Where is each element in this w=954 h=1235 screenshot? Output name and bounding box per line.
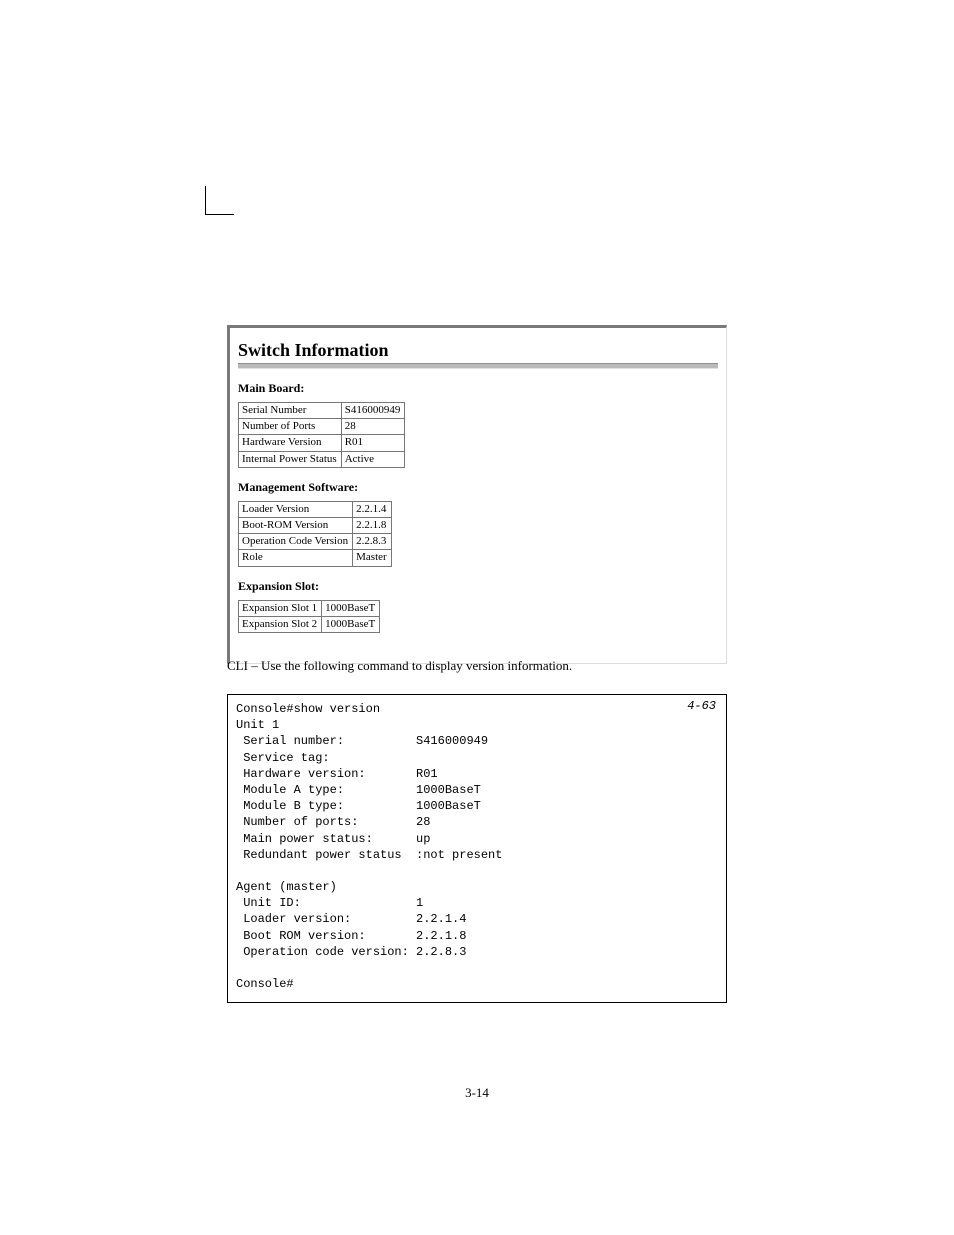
row-label: Number of Ports [239,419,342,435]
row-value: Active [341,451,405,467]
row-value: 2.2.8.3 [353,534,392,550]
cli-output-box: 4-63 Console#show version Unit 1 Serial … [227,694,727,1003]
table-row: Hardware Version R01 [239,435,405,451]
page-number: 3-14 [0,1085,954,1101]
cli-output-text: Console#show version Unit 1 Serial numbe… [236,701,718,992]
row-value: Master [353,550,392,566]
panel-title: Switch Information [238,340,718,361]
mgmt-software-table: Loader Version 2.2.1.4 Boot-ROM Version … [238,501,392,567]
table-row: Role Master [239,550,392,566]
row-value: 1000BaseT [322,616,380,632]
row-label: Loader Version [239,501,353,517]
row-value: 28 [341,419,405,435]
divider [238,363,718,369]
table-row: Number of Ports 28 [239,419,405,435]
expansion-slot-table: Expansion Slot 1 1000BaseT Expansion Slo… [238,600,380,633]
table-row: Expansion Slot 1 1000BaseT [239,600,380,616]
main-board-heading: Main Board: [238,381,718,396]
table-row: Expansion Slot 2 1000BaseT [239,616,380,632]
row-label: Hardware Version [239,435,342,451]
cli-intro-text: CLI – Use the following command to displ… [227,658,727,674]
row-value: 2.2.1.4 [353,501,392,517]
row-label: Role [239,550,353,566]
row-label: Operation Code Version [239,534,353,550]
row-label: Internal Power Status [239,451,342,467]
table-row: Internal Power Status Active [239,451,405,467]
row-value: 2.2.1.8 [353,517,392,533]
table-row: Loader Version 2.2.1.4 [239,501,392,517]
table-row: Serial Number S416000949 [239,403,405,419]
row-value: S416000949 [341,403,405,419]
row-value: 1000BaseT [322,600,380,616]
row-label: Expansion Slot 2 [239,616,322,632]
mgmt-software-heading: Management Software: [238,480,718,495]
row-label: Boot-ROM Version [239,517,353,533]
row-value: R01 [341,435,405,451]
table-row: Boot-ROM Version 2.2.1.8 [239,517,392,533]
crop-mark [205,186,234,215]
row-label: Serial Number [239,403,342,419]
expansion-slot-heading: Expansion Slot: [238,579,718,594]
cli-page-ref: 4-63 [687,699,716,713]
main-board-table: Serial Number S416000949 Number of Ports… [238,402,405,468]
switch-info-panel: Switch Information Main Board: Serial Nu… [227,325,727,664]
row-label: Expansion Slot 1 [239,600,322,616]
table-row: Operation Code Version 2.2.8.3 [239,534,392,550]
